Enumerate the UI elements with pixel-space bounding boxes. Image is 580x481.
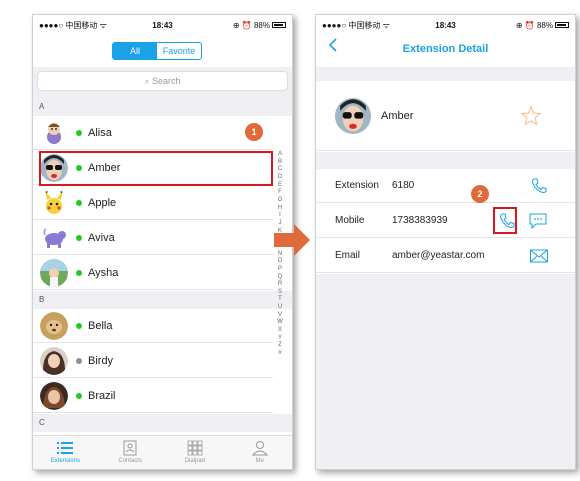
presence-online-icon xyxy=(76,199,82,206)
contact-name: Aviva xyxy=(88,231,115,244)
tab-me[interactable]: Me xyxy=(227,436,292,469)
detail-value: 1738383939 xyxy=(392,215,448,226)
avatar xyxy=(40,258,68,287)
battery-icon xyxy=(555,22,569,29)
status-bar: ●●●●○ 中国移动 ᯤ 18:43 ⊕ ⏰ 88% xyxy=(33,15,292,35)
avatar xyxy=(40,381,68,410)
highlight-box xyxy=(493,207,517,234)
presence-offline-icon xyxy=(76,357,82,364)
contact-row-birdy[interactable]: Birdy xyxy=(33,344,273,378)
tab-label: Contacts xyxy=(118,458,142,464)
mail-icon[interactable] xyxy=(529,248,549,264)
detail-label: Extension xyxy=(335,180,379,191)
tab-bar: Extensions Contacts Dialpad Me xyxy=(33,435,292,469)
contact-name: Alisa xyxy=(88,126,112,139)
presence-online-icon xyxy=(76,392,82,399)
tab-label: Dialpad xyxy=(184,458,206,464)
avatar xyxy=(40,118,68,147)
tab-label: Me xyxy=(255,458,264,464)
clock: 18:43 xyxy=(152,20,173,30)
page-title: Extension Detail xyxy=(402,43,489,55)
contact-name: Aysha xyxy=(88,266,119,279)
contact-header: Amber xyxy=(316,81,575,151)
phone-icon[interactable] xyxy=(530,177,548,195)
contact-row-alisa[interactable]: Alisa xyxy=(33,116,273,150)
detail-row-mobile: Mobile 1738383939 xyxy=(316,204,575,238)
search-input[interactable]: ⌕ Search xyxy=(37,71,288,91)
person-icon xyxy=(251,441,268,456)
callout-badge-1: 1 xyxy=(245,123,263,141)
contact-row-apple[interactable]: Apple xyxy=(33,186,273,220)
avatar xyxy=(40,223,68,252)
status-bar: ●●●●○ 中国移动 ᯤ 18:43 ⊕ ⏰ 88% xyxy=(316,15,575,35)
tab-dialpad[interactable]: Dialpad xyxy=(163,436,228,469)
contact-name: Amber xyxy=(381,109,414,122)
presence-online-icon xyxy=(76,234,82,241)
avatar xyxy=(40,311,68,340)
detail-value: amber@yeastar.com xyxy=(392,250,485,261)
section-header-a: A xyxy=(33,98,292,116)
tab-extensions[interactable]: Extensions xyxy=(33,436,98,469)
contact-row-bella[interactable]: Bella xyxy=(33,309,273,343)
contact-row-aysha[interactable]: Aysha xyxy=(33,256,273,290)
contact-row-aviva[interactable]: Aviva xyxy=(33,221,273,255)
contact-name: Brazil xyxy=(88,389,116,402)
clock: 18:43 xyxy=(435,20,456,30)
avatar xyxy=(40,188,68,217)
contact-name: Birdy xyxy=(88,354,114,367)
detail-row-email: Email amber@yeastar.com xyxy=(316,239,575,273)
contact-row-brazil[interactable]: Brazil xyxy=(33,379,273,413)
star-outline-icon[interactable] xyxy=(520,105,542,127)
detail-label: Email xyxy=(335,250,361,261)
battery-icon xyxy=(272,22,286,29)
presence-online-icon xyxy=(76,322,82,329)
tab-label: Extensions xyxy=(50,458,81,464)
contact-name: Bella xyxy=(88,319,113,332)
spacer xyxy=(316,67,575,81)
avatar xyxy=(40,346,68,375)
arrow-right-icon xyxy=(274,224,310,256)
list-icon xyxy=(57,442,74,454)
search-icon: ⌕ xyxy=(144,76,150,86)
detail-label: Mobile xyxy=(335,215,365,226)
segment-all[interactable]: All xyxy=(113,43,157,59)
chevron-left-icon[interactable] xyxy=(328,38,338,52)
empty-area xyxy=(316,274,575,469)
avatar xyxy=(335,97,371,134)
callout-badge-2: 2 xyxy=(471,185,489,203)
highlight-box xyxy=(39,151,273,186)
tab-contacts[interactable]: Contacts xyxy=(98,436,163,469)
nav-bar: Extension Detail xyxy=(316,35,575,63)
section-header-b: B xyxy=(33,291,292,309)
search-placeholder: Search xyxy=(152,76,181,86)
extension-detail-screen: ●●●●○ 中国移动 ᯤ 18:43 ⊕ ⏰ 88% Extension Det… xyxy=(315,14,576,470)
extensions-screen: ●●●●○ 中国移动 ᯤ 18:43 ⊕ ⏰ 88% All Favorite … xyxy=(32,14,293,470)
spacer xyxy=(316,152,575,169)
section-header-c: C xyxy=(33,414,292,432)
message-icon[interactable] xyxy=(528,212,548,230)
contacts-book-icon xyxy=(123,440,137,456)
dialpad-icon xyxy=(187,440,203,456)
segmented-control: All Favorite xyxy=(112,42,202,60)
presence-online-icon xyxy=(76,269,82,276)
contact-name: Apple xyxy=(88,196,117,209)
detail-row-extension: Extension 6180 xyxy=(316,169,575,203)
detail-value: 6180 xyxy=(392,180,415,191)
presence-online-icon xyxy=(76,129,82,136)
segment-favorite[interactable]: Favorite xyxy=(157,43,201,59)
